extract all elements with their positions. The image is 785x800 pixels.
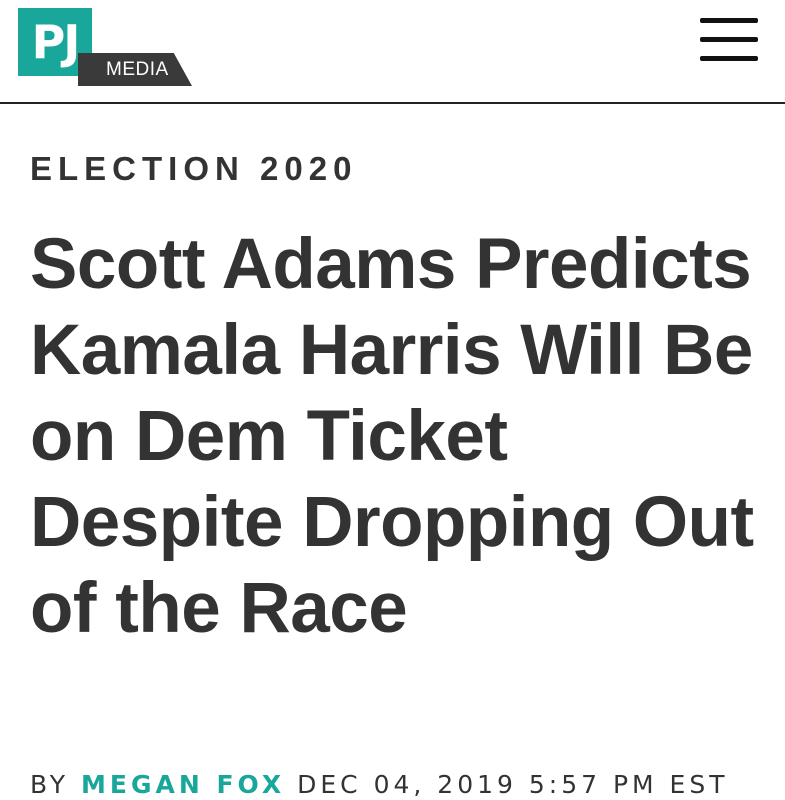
menu-bar-bottom xyxy=(700,56,758,61)
publish-date: DEC 04, 2019 5:57 PM EST xyxy=(297,770,729,799)
article-headline: Scott Adams Predicts Kamala Harris Will … xyxy=(30,225,754,648)
byline: BY MEGAN FOX DEC 04, 2019 5:57 PM EST xyxy=(30,770,728,799)
hamburger-menu-icon[interactable] xyxy=(700,18,758,62)
menu-bar-middle xyxy=(700,37,758,42)
byline-prefix: BY xyxy=(30,770,70,799)
logo-wordmark: MEDIA xyxy=(78,53,192,86)
author-link[interactable]: MEGAN FOX xyxy=(81,770,285,799)
site-header: PJ MEDIA xyxy=(0,0,785,104)
category-label[interactable]: ELECTION 2020 xyxy=(30,150,357,188)
menu-bar-top xyxy=(700,18,758,23)
pj-media-logo[interactable]: PJ MEDIA xyxy=(18,8,193,88)
